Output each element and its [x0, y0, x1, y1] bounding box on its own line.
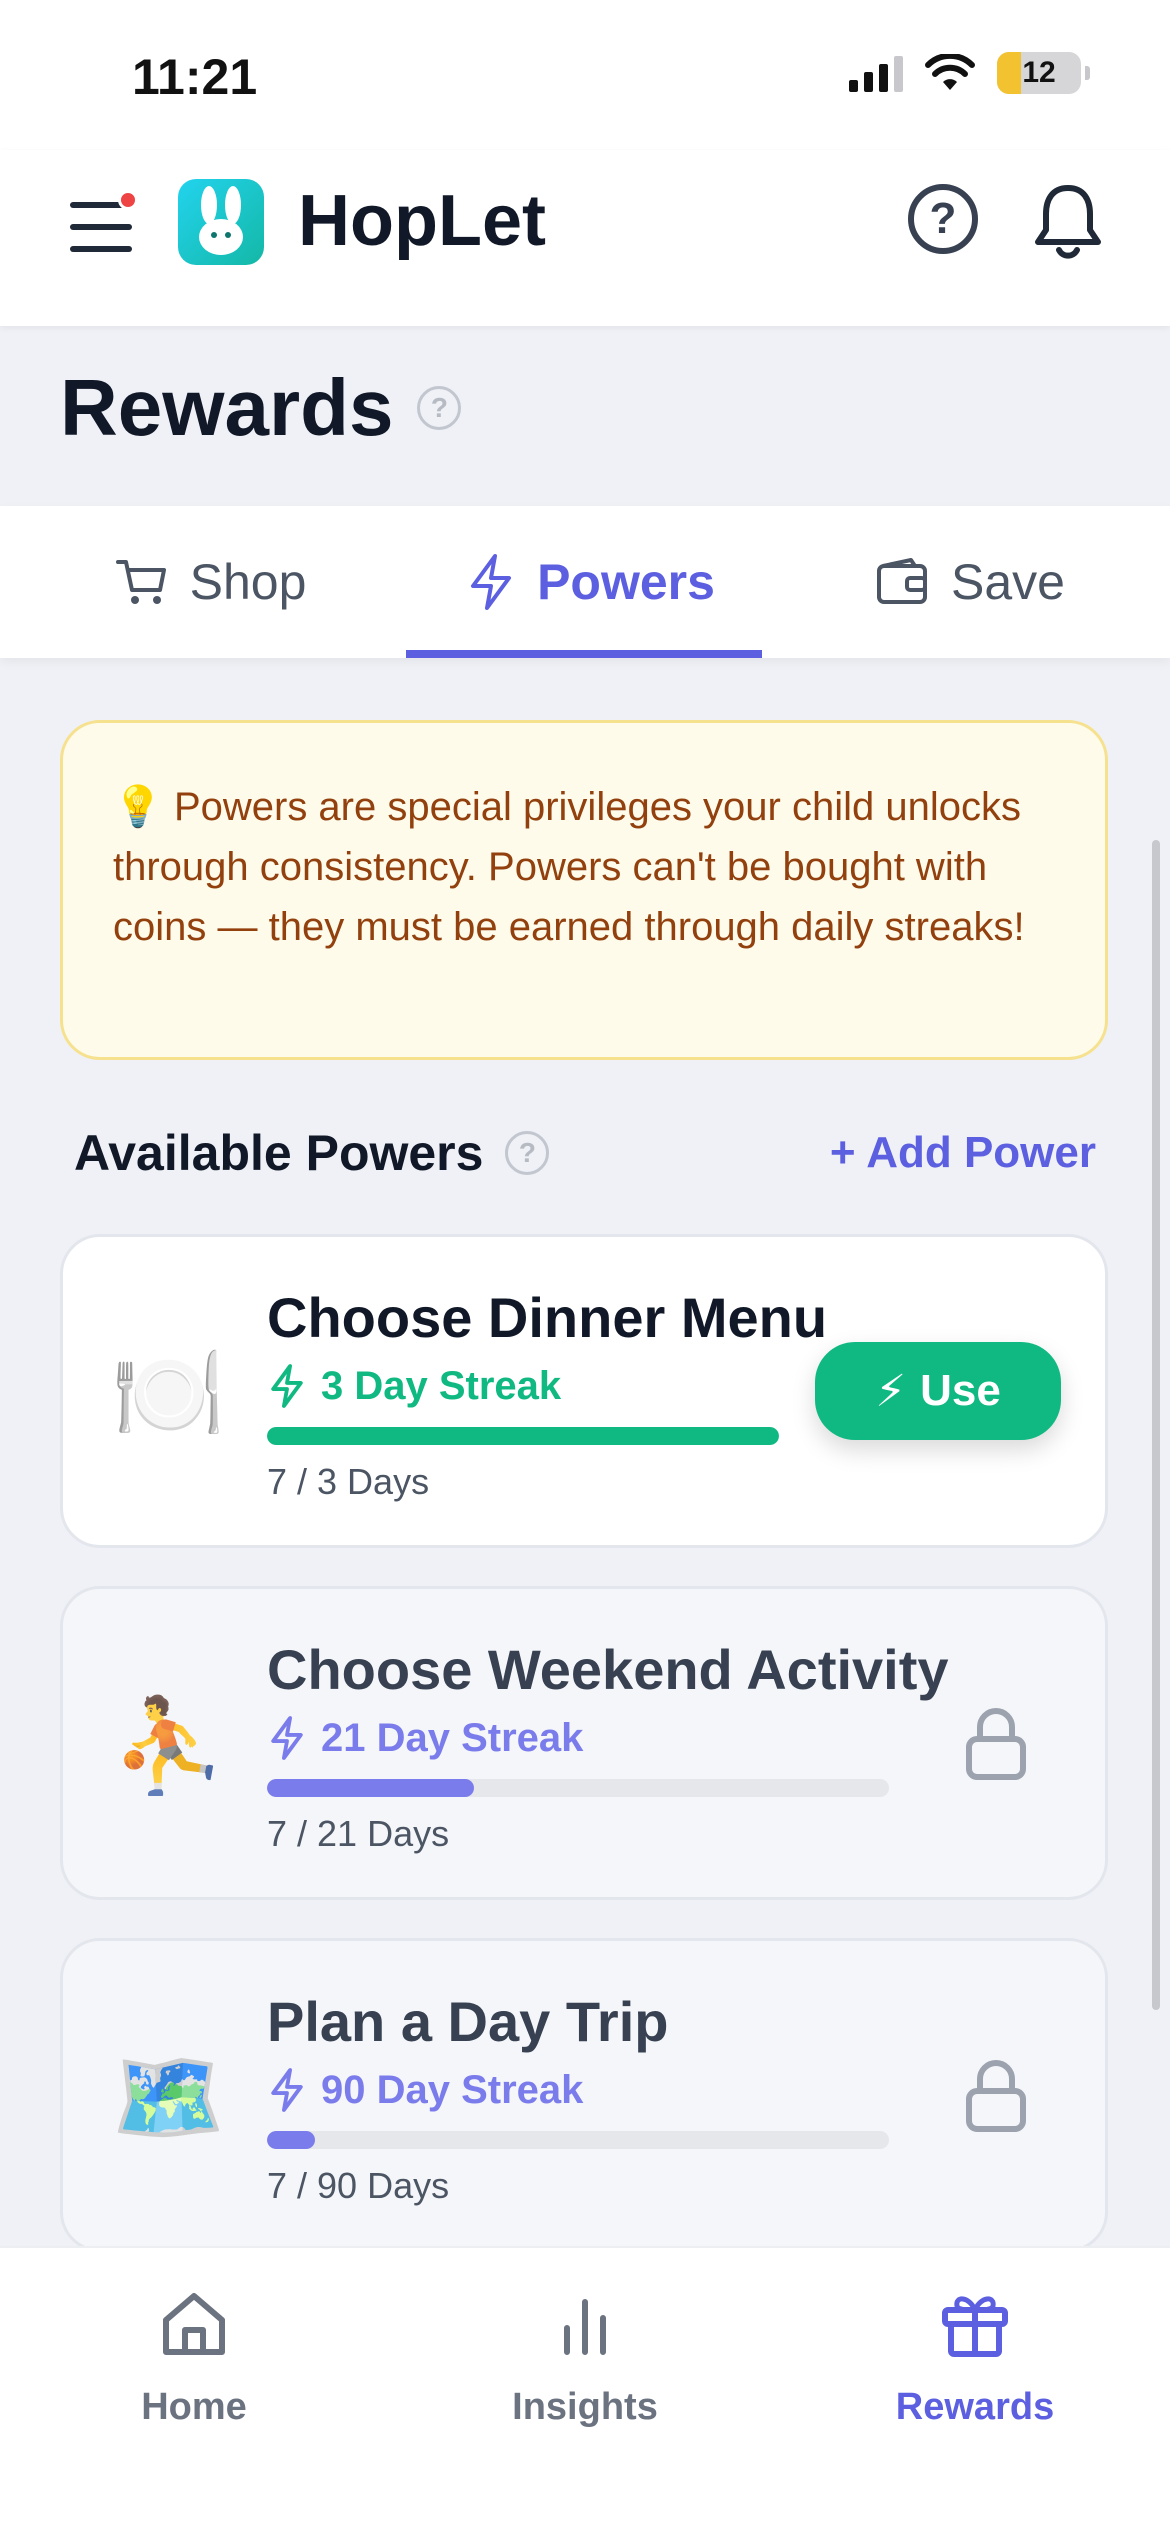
cart-icon	[115, 560, 166, 604]
scrollbar[interactable]	[1152, 840, 1160, 2010]
tab-shop[interactable]: Shop	[60, 506, 360, 658]
powers-info-box: 💡 Powers are special privileges your chi…	[60, 720, 1108, 1060]
lock-icon	[966, 1708, 1026, 1780]
cellular-signal-icon	[849, 54, 903, 92]
app-title: HopLet	[298, 181, 546, 261]
add-power-button[interactable]: + Add Power	[830, 1128, 1096, 1178]
tab-save-label: Save	[951, 554, 1065, 610]
section-title: Available Powers	[74, 1125, 484, 1181]
lock-icon	[966, 2060, 1026, 2132]
nav-home[interactable]: Home	[64, 2288, 324, 2429]
tab-powers[interactable]: Powers	[440, 506, 740, 658]
hoplet-logo	[178, 179, 264, 265]
bolt-icon	[271, 2068, 303, 2112]
gift-icon	[942, 2296, 1008, 2357]
power-streak-label: 90 Day Streak	[321, 2067, 584, 2112]
tab-save[interactable]: Save	[820, 506, 1120, 658]
power-name: Choose Dinner Menu	[267, 1286, 828, 1349]
power-card: 🗺️ Plan a Day Trip 90 Day Streak 7 / 90 …	[60, 1938, 1108, 2252]
power-card: 🍽️ Choose Dinner Menu 3 Day Streak 7 / 3…	[60, 1234, 1108, 1548]
use-power-button[interactable]: ⚡ Use	[815, 1342, 1061, 1440]
bell-icon	[1035, 185, 1101, 259]
available-powers-header: Available Powers ?	[74, 1124, 550, 1182]
nav-rewards-label: Rewards	[895, 2386, 1055, 2428]
use-button-label: Use	[920, 1366, 1001, 1415]
bunny-icon	[199, 186, 243, 255]
section-help-icon[interactable]: ?	[505, 1131, 550, 1175]
notifications-button[interactable]	[1032, 182, 1104, 262]
dinner-plate-icon: 🍽️	[111, 1343, 226, 1445]
nav-home-label: Home	[141, 2386, 247, 2428]
power-name: Choose Weekend Activity	[267, 1638, 949, 1701]
world-map-icon: 🗺️	[111, 2047, 226, 2149]
bolt-icon	[271, 1364, 303, 1408]
menu-button[interactable]	[68, 190, 138, 260]
power-days: 7 / 21 Days	[267, 1813, 450, 1854]
power-streak-label: 21 Day Streak	[321, 1715, 584, 1760]
nav-rewards[interactable]: Rewards	[845, 2288, 1105, 2429]
power-card: ⛹️ Choose Weekend Activity 21 Day Streak…	[60, 1586, 1108, 1900]
bolt-icon	[471, 554, 512, 610]
chart-icon	[564, 2299, 606, 2355]
power-progress-fill	[267, 1427, 779, 1445]
tab-shop-label: Shop	[189, 554, 307, 610]
home-icon	[163, 2293, 225, 2355]
page-help-icon[interactable]: ?	[417, 386, 462, 430]
battery-icon: 12	[997, 52, 1081, 94]
lightning-icon: ⚡	[875, 1366, 907, 1416]
help-button[interactable]: ?	[908, 184, 978, 254]
power-streak: 90 Day Streak	[267, 2067, 583, 2113]
wallet-icon	[877, 558, 928, 604]
power-progress-fill	[267, 1779, 475, 1797]
power-progress-bar	[267, 1427, 779, 1445]
active-tab-indicator	[406, 650, 762, 658]
bolt-icon	[271, 1716, 303, 1760]
status-indicators: 12	[849, 52, 1090, 94]
power-progress-bar	[267, 1779, 889, 1797]
battery-tip	[1085, 66, 1090, 80]
page-title: Rewards	[60, 363, 394, 452]
power-streak: 3 Day Streak	[267, 1363, 561, 1409]
app-header: HopLet ?	[0, 150, 1170, 326]
power-days: 7 / 3 Days	[267, 1461, 430, 1502]
status-time: 11:21	[132, 49, 258, 105]
power-progress-fill	[267, 2131, 316, 2149]
rewards-tabs: Shop Powers Save	[0, 506, 1170, 658]
battery-level: 12	[1022, 56, 1056, 89]
power-streak-label: 3 Day Streak	[321, 1363, 562, 1408]
status-bar: 11:21 12	[0, 0, 1170, 150]
power-progress-bar	[267, 2131, 889, 2149]
powers-info-text: Powers are special privileges your child…	[113, 785, 1025, 949]
wifi-icon	[925, 54, 975, 90]
page-title-row: Rewards ?	[60, 362, 462, 454]
notification-dot	[118, 190, 138, 210]
nav-insights-label: Insights	[512, 2386, 658, 2428]
basketball-player-icon: ⛹️	[111, 1695, 226, 1797]
power-days: 7 / 90 Days	[267, 2165, 450, 2206]
lightbulb-icon: 💡	[113, 785, 163, 829]
bottom-nav: Home Insights Rewards	[0, 2246, 1170, 2532]
tab-powers-label: Powers	[537, 554, 715, 610]
power-name: Plan a Day Trip	[267, 1990, 669, 2053]
nav-insights[interactable]: Insights	[455, 2288, 715, 2429]
power-streak: 21 Day Streak	[267, 1715, 583, 1761]
